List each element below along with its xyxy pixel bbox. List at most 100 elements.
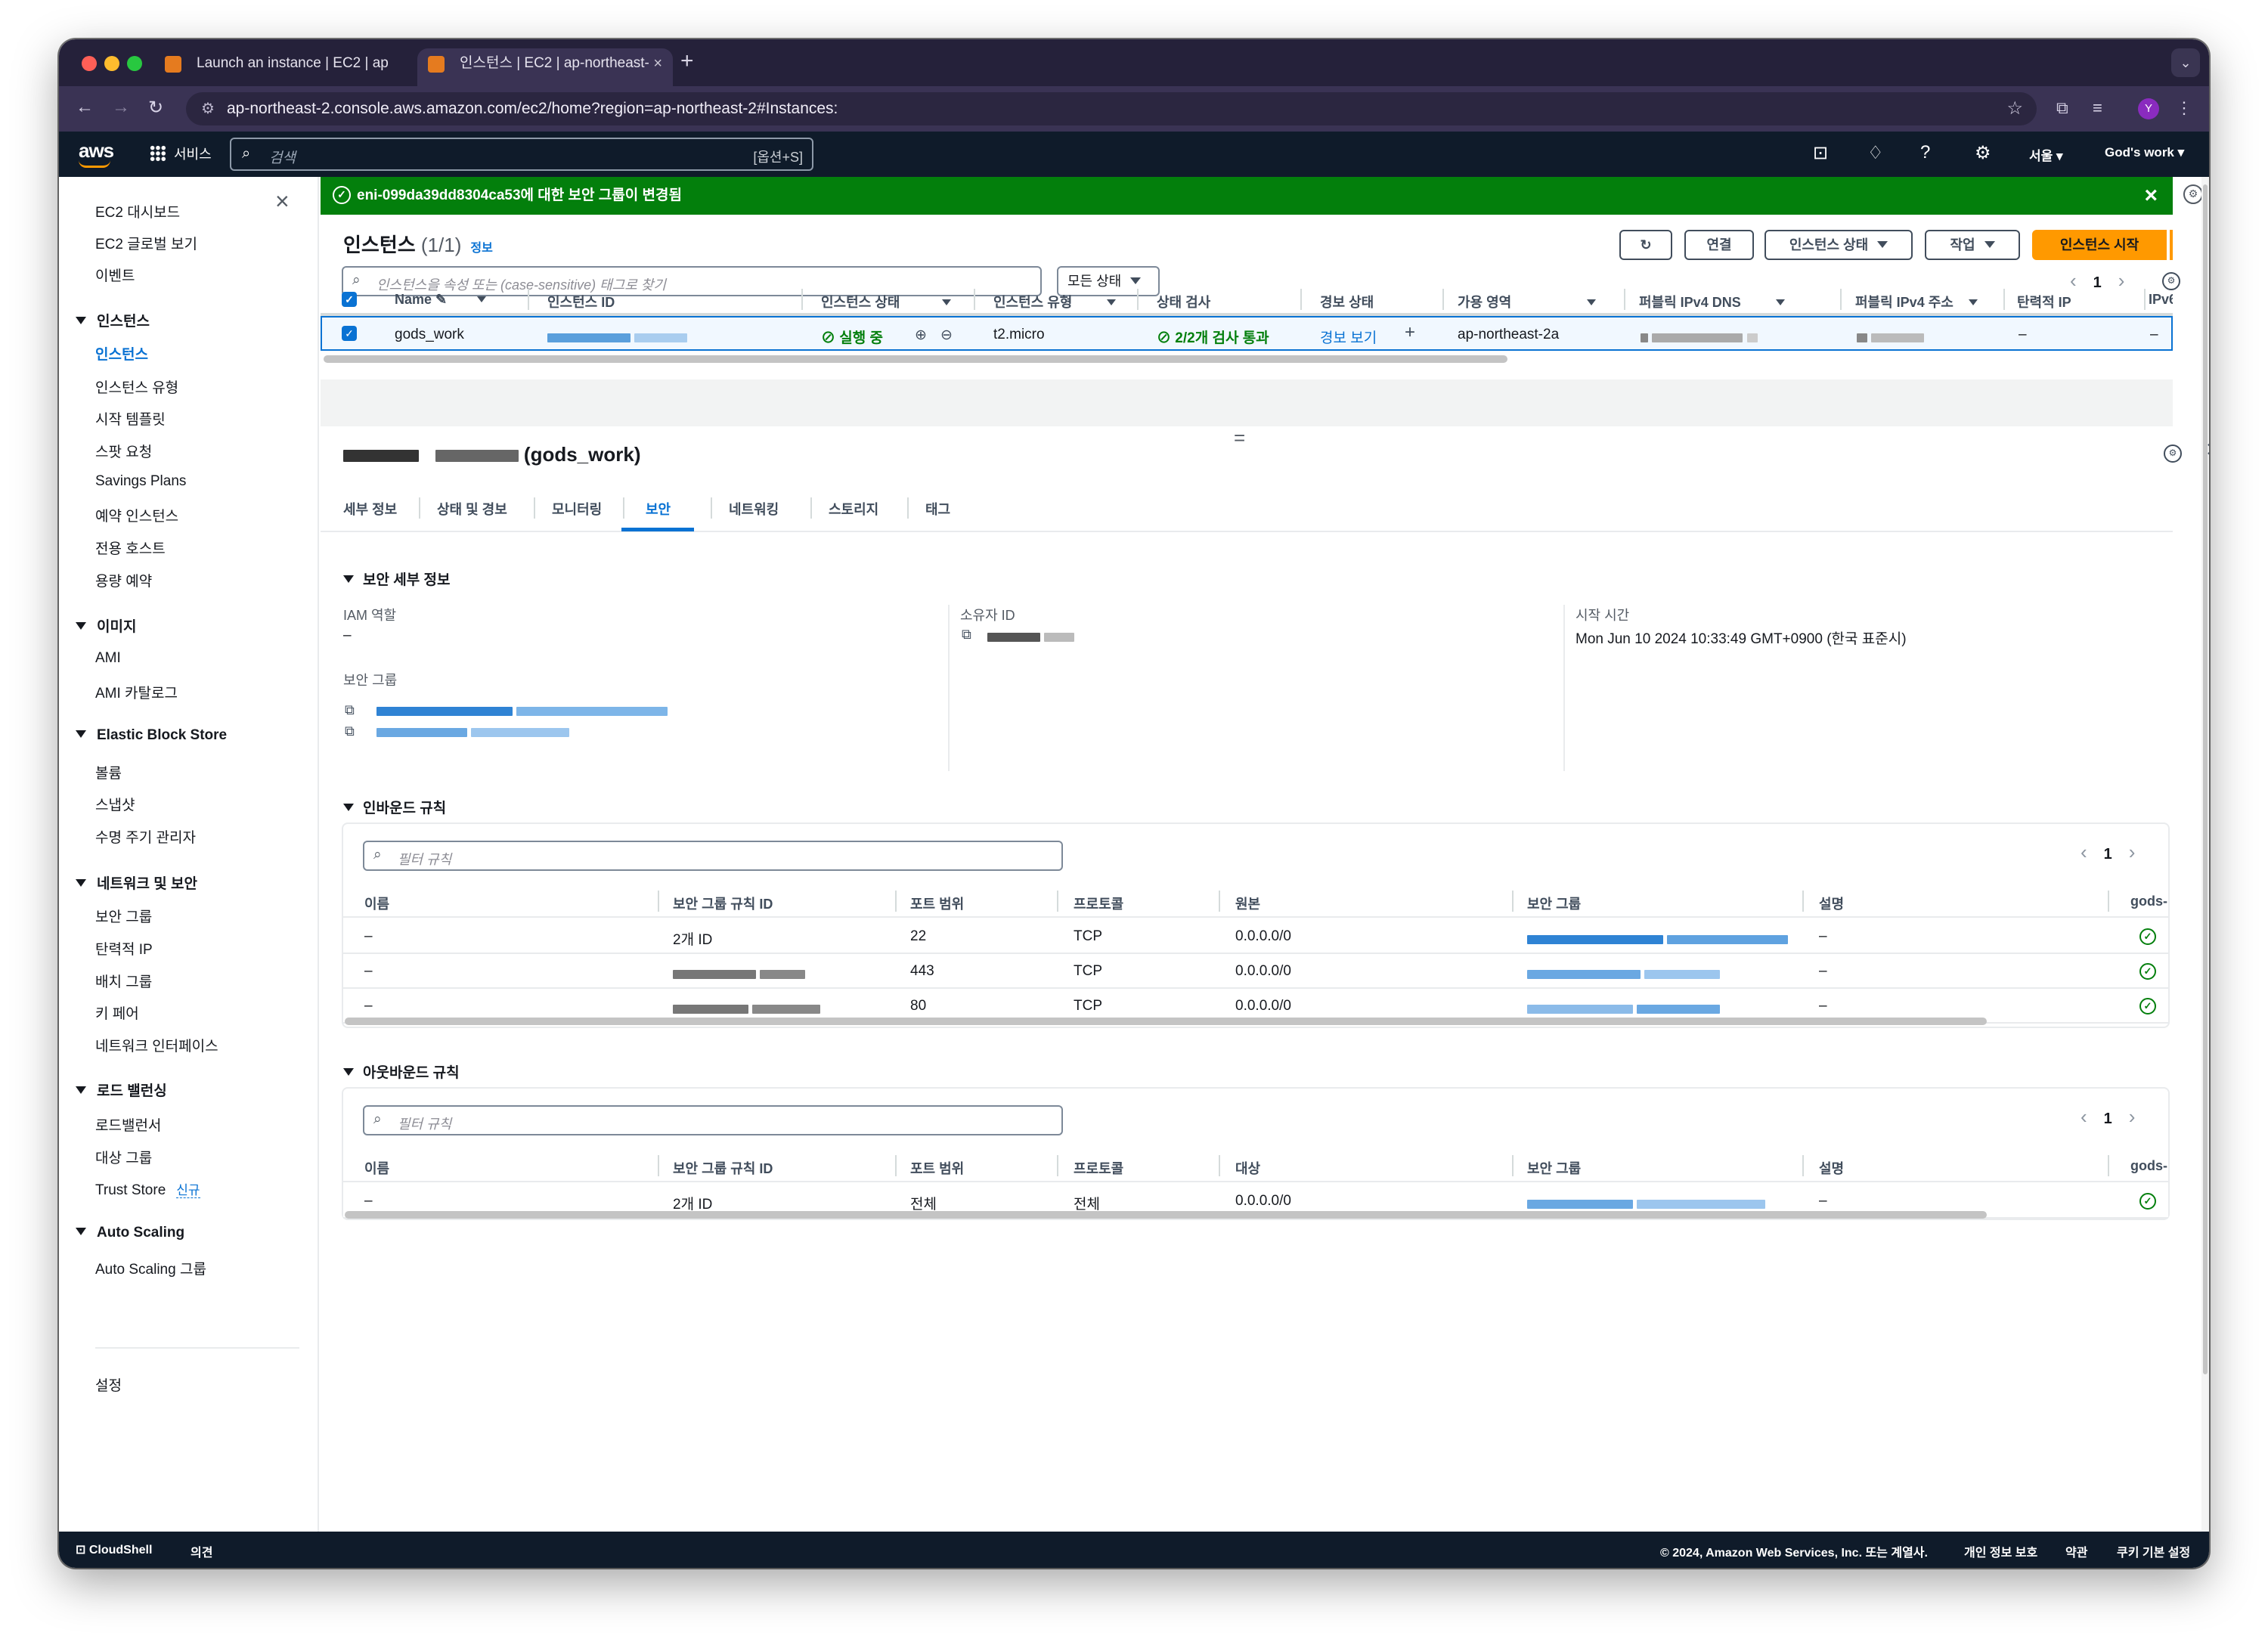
prev-page-icon[interactable]: ‹: [2081, 841, 2087, 863]
bookmark-star-icon[interactable]: ☆: [2006, 92, 2023, 125]
col-name[interactable]: 이름: [364, 894, 389, 913]
tab-status-alarms[interactable]: 상태 및 경보: [437, 499, 507, 519]
actions-button[interactable]: 작업: [1925, 230, 2020, 260]
reading-list-icon[interactable]: ≡: [2093, 98, 2102, 118]
sidebar-item-reserved-instances[interactable]: 예약 인스턴스: [95, 505, 178, 525]
back-icon[interactable]: ←: [76, 97, 94, 118]
col-gods[interactable]: gods-: [2130, 894, 2168, 909]
forward-icon[interactable]: →: [112, 97, 130, 118]
page-number[interactable]: 1: [2104, 846, 2112, 863]
col-separator[interactable]: [1840, 289, 1842, 310]
col-separator[interactable]: [895, 891, 897, 912]
outbound-filter-input[interactable]: ⌕ 필터 규칙: [363, 1105, 1063, 1135]
col-rule-id[interactable]: 보안 그룹 규칙 ID: [673, 894, 773, 913]
sidebar-section-auto-scaling[interactable]: Auto Scaling: [76, 1225, 184, 1241]
security-group-redacted[interactable]: [1527, 1196, 1766, 1213]
tab-networking[interactable]: 네트워킹: [729, 499, 779, 519]
view-alarms-link[interactable]: 경보 보기: [1320, 327, 1377, 347]
col-instance-id[interactable]: 인스턴스 ID: [547, 292, 615, 311]
col-separator[interactable]: [801, 289, 803, 310]
col-separator[interactable]: [1219, 891, 1220, 912]
sidebar-section-load-balancing[interactable]: 로드 밸런싱: [76, 1080, 167, 1100]
browser-menu-icon[interactable]: ⋮: [2176, 98, 2192, 118]
col-separator[interactable]: [1442, 289, 1444, 310]
sidebar-section-ebs[interactable]: Elastic Block Store: [76, 727, 227, 744]
col-description[interactable]: 설명: [1819, 894, 1844, 913]
next-page-icon[interactable]: ›: [2129, 841, 2136, 863]
col-separator[interactable]: [2108, 891, 2109, 912]
security-group-link-redacted[interactable]: [376, 724, 570, 741]
sort-icon[interactable]: [1107, 299, 1117, 305]
profile-avatar[interactable]: Y: [2138, 98, 2159, 119]
sidebar-item-events[interactable]: 이벤트: [95, 265, 135, 285]
sidebar-item-placement-groups[interactable]: 배치 그룹: [95, 971, 152, 991]
sidebar-item-settings[interactable]: 설정: [95, 1374, 122, 1395]
sidebar-item-key-pairs[interactable]: 키 페어: [95, 1002, 139, 1023]
col-separator[interactable]: [658, 1155, 659, 1176]
security-group-redacted[interactable]: [1527, 931, 1789, 948]
col-protocol[interactable]: 프로토콜: [1074, 894, 1123, 913]
dismiss-flash-icon[interactable]: ×: [2144, 177, 2158, 215]
row-checkbox[interactable]: ✓: [342, 326, 357, 341]
col-destination[interactable]: 대상: [1235, 1158, 1260, 1178]
tab-tags[interactable]: 태그: [925, 499, 950, 519]
sort-icon[interactable]: [1587, 299, 1597, 305]
col-separator[interactable]: [1802, 1155, 1804, 1176]
col-separator[interactable]: [1624, 289, 1625, 310]
sidebar-item-load-balancers[interactable]: 로드밸런서: [95, 1114, 161, 1135]
col-port-range[interactable]: 포트 범위: [910, 1158, 964, 1178]
col-protocol[interactable]: 프로토콜: [1074, 1158, 1123, 1178]
col-name[interactable]: 이름: [364, 1158, 389, 1178]
notifications-bell-icon[interactable]: ♢: [1867, 142, 1884, 164]
col-separator[interactable]: [895, 1155, 897, 1176]
sidebar-section-images[interactable]: 이미지: [76, 615, 136, 636]
zoom-out-icon[interactable]: ⊖: [940, 327, 953, 344]
terms-link[interactable]: 약관: [2065, 1542, 2087, 1560]
sidebar-item-trust-store[interactable]: Trust Store 신규: [95, 1179, 200, 1199]
tab-search-dropdown-icon[interactable]: ⌄: [2171, 48, 2200, 77]
col-status-check[interactable]: 상태 검사: [1157, 292, 1210, 311]
sidebar-item-security-groups[interactable]: 보안 그룹: [95, 906, 152, 926]
copy-icon[interactable]: ⧉: [345, 724, 358, 738]
copy-icon[interactable]: ⧉: [345, 703, 358, 717]
select-all-checkbox[interactable]: ✓: [342, 292, 357, 307]
sidebar-item-target-groups[interactable]: 대상 그룹: [95, 1147, 152, 1167]
col-separator[interactable]: [1057, 1155, 1058, 1176]
sidebar-item-savings-plans[interactable]: Savings Plans: [95, 473, 186, 490]
close-sidebar-icon[interactable]: ×: [275, 187, 290, 215]
col-rule-id[interactable]: 보안 그룹 규칙 ID: [673, 1158, 773, 1178]
zoom-in-icon[interactable]: ⊕: [915, 327, 927, 344]
sidebar-item-elastic-ips[interactable]: 탄력적 IP: [95, 938, 153, 959]
site-settings-icon[interactable]: ⚙: [201, 92, 215, 125]
tab-monitoring[interactable]: 모니터링: [552, 499, 602, 519]
col-separator[interactable]: [1219, 1155, 1220, 1176]
col-separator[interactable]: [2144, 289, 2146, 310]
inbound-rules-section[interactable]: 인바운드 규칙: [343, 797, 446, 817]
prev-page-icon[interactable]: ‹: [2081, 1105, 2087, 1128]
col-separator[interactable]: [1512, 891, 1514, 912]
instance-row[interactable]: ✓ gods_work ⊘ 실행 중 ⊕ ⊖ t2.micro ⊘ 2/2개 검…: [321, 316, 2173, 351]
extensions-icon[interactable]: ⧉: [2056, 98, 2068, 118]
col-separator[interactable]: [2108, 1155, 2109, 1176]
col-separator[interactable]: [1300, 289, 1302, 310]
security-details-section[interactable]: 보안 세부 정보: [343, 568, 450, 589]
sidebar-item-launch-templates[interactable]: 시작 템플릿: [95, 408, 166, 429]
col-name[interactable]: Name ✎: [395, 292, 487, 308]
col-separator[interactable]: [1802, 891, 1804, 912]
tools-panel-icon[interactable]: ⚙: [2183, 184, 2203, 204]
sort-icon[interactable]: [942, 299, 952, 305]
scrollbar-thumb[interactable]: [2203, 184, 2208, 1374]
region-selector[interactable]: 서울 ▾: [2029, 145, 2063, 164]
feedback-link[interactable]: 의견: [191, 1542, 212, 1560]
sort-icon[interactable]: [477, 296, 487, 302]
vertical-scrollbar[interactable]: [2201, 177, 2209, 1532]
sidebar-item-snapshots[interactable]: 스냅샷: [95, 794, 135, 814]
cloudshell-button[interactable]: ⊡ CloudShell: [76, 1542, 152, 1557]
reload-icon[interactable]: ↻: [148, 97, 163, 119]
sidebar-item-dashboard[interactable]: EC2 대시보드: [95, 201, 180, 221]
copy-icon[interactable]: ⧉: [962, 627, 975, 641]
col-port-range[interactable]: 포트 범위: [910, 894, 964, 913]
col-separator[interactable]: [2003, 289, 2005, 310]
launch-instance-button[interactable]: 인스턴스 시작: [2032, 230, 2167, 260]
tab-details[interactable]: 세부 정보: [343, 499, 397, 519]
